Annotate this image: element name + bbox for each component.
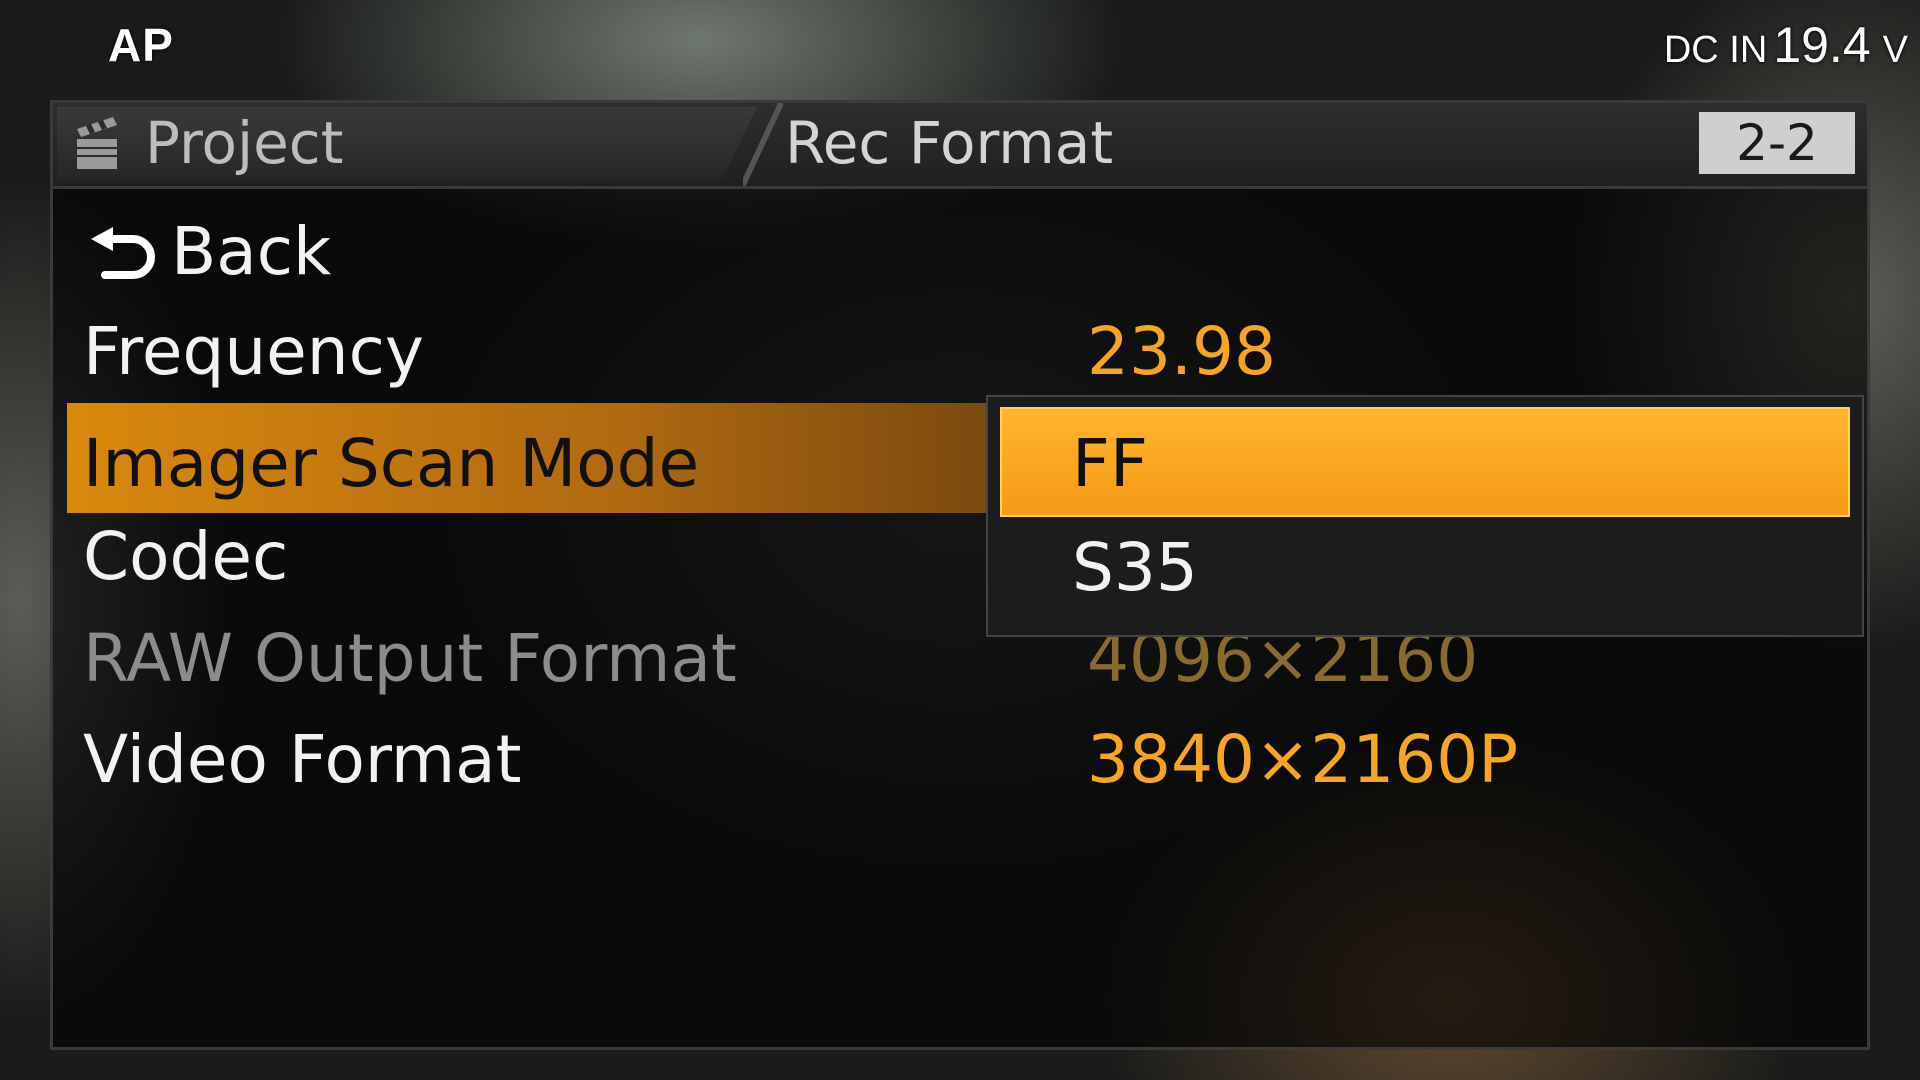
tab-project[interactable]: Project [57, 107, 757, 179]
menu-item-value: 23.98 [1087, 313, 1276, 390]
menu-item-video-format[interactable]: Video Format 3840×2160P [67, 709, 1857, 809]
voltage-unit: V [1882, 29, 1908, 71]
scan-mode-dropdown: FF S35 [986, 395, 1864, 637]
camera-menu-screen: AP DC IN 19.4 V Project Rec Format 2-2 B… [0, 0, 1920, 1080]
menu-item-back[interactable]: Back [67, 201, 1857, 301]
menu-item-label: Imager Scan Mode [83, 425, 700, 502]
menu-panel: Project Rec Format 2-2 Back Frequency 23… [50, 100, 1870, 1050]
voltage-value: 19.4 [1773, 17, 1871, 73]
menu-item-label: RAW Output Format [83, 620, 737, 697]
option-label: FF [1072, 425, 1148, 502]
menu-item-frequency[interactable]: Frequency 23.98 [67, 301, 1857, 401]
option-label: S35 [1072, 529, 1198, 606]
tab-project-label: Project [145, 109, 344, 177]
tab-divider [743, 103, 783, 186]
menu-header: Project Rec Format 2-2 [53, 103, 1867, 189]
menu-item-label: Frequency [83, 313, 424, 390]
back-label: Back [171, 213, 332, 290]
page-indicator: 2-2 [1699, 112, 1855, 174]
menu-item-label: Video Format [83, 721, 522, 798]
clapperboard-icon [77, 117, 117, 169]
menu-item-value: 3840×2160P [1087, 721, 1519, 798]
mode-indicator: AP [108, 19, 174, 71]
back-arrow-icon [91, 227, 155, 279]
dropdown-option-ff[interactable]: FF [1000, 407, 1850, 517]
power-status: DC IN 19.4 V [1664, 16, 1908, 74]
menu-item-label: Codec [83, 518, 289, 595]
page-title: Rec Format [785, 109, 1114, 177]
dropdown-option-s35[interactable]: S35 [1000, 511, 1850, 621]
power-source-label: DC IN [1663, 29, 1768, 71]
